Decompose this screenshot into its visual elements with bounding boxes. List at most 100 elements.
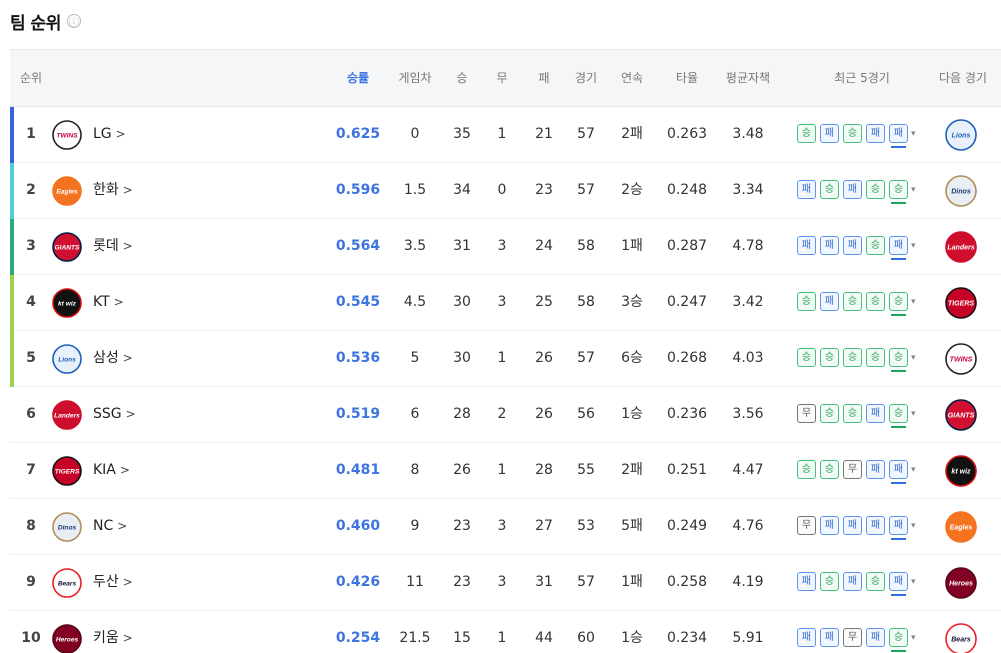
result-badge: 무	[797, 516, 816, 535]
col-games[interactable]: 경기	[572, 50, 600, 106]
chevron-down-icon[interactable]: ▾	[911, 185, 916, 195]
chevron-down-icon[interactable]: ▾	[911, 297, 916, 307]
svg-text:TIGERS: TIGERS	[55, 469, 80, 476]
recent-results: 승 패 승 패 패 ▾	[797, 124, 916, 148]
team-name: SSG	[93, 406, 122, 422]
win-rate: 0.545	[335, 294, 381, 310]
info-icon[interactable]: ⓘ	[66, 14, 81, 29]
chevron-down-icon[interactable]: ▾	[911, 241, 916, 251]
col-gb[interactable]: 게임차	[392, 50, 438, 106]
rank-color-bar	[10, 443, 14, 499]
team-name-link[interactable]: SSG >	[93, 387, 136, 442]
team-logo-icon[interactable]: kt wiz	[52, 288, 82, 318]
rank-color-bar	[10, 331, 14, 387]
team-logo-icon[interactable]: Landers	[52, 400, 82, 430]
team-logo-icon[interactable]: Lions	[52, 344, 82, 374]
team-name-link[interactable]: 두산 >	[93, 555, 133, 610]
games-behind: 11	[406, 574, 424, 590]
losses: 27	[535, 518, 553, 534]
batting-average: 0.258	[666, 574, 708, 590]
team-logo-icon[interactable]: Dinos	[52, 512, 82, 542]
team-name-link[interactable]: KIA >	[93, 443, 130, 498]
team-name: 삼성	[93, 350, 119, 366]
svg-text:Landers: Landers	[947, 245, 974, 252]
chevron-down-icon[interactable]: ▾	[911, 353, 916, 363]
team-logo-icon[interactable]: TIGERS	[52, 456, 82, 486]
batting-average: 0.287	[666, 238, 708, 254]
team-name-link[interactable]: NC >	[93, 499, 127, 554]
wins: 35	[453, 126, 471, 142]
team-logo-icon[interactable]: TWINS	[52, 120, 82, 150]
chevron-down-icon[interactable]: ▾	[911, 577, 916, 587]
result-badge: 승	[797, 348, 816, 367]
recent-results: 패 패 무 패 승 ▾	[797, 628, 916, 652]
result-badge: 무	[843, 460, 862, 479]
chevron-down-icon[interactable]: ▾	[911, 633, 916, 643]
col-rate[interactable]: 승률	[330, 50, 386, 106]
wins: 15	[453, 630, 471, 646]
col-avg[interactable]: 타율	[662, 50, 712, 106]
win-rate: 0.460	[335, 518, 381, 534]
result-badge: 승	[866, 292, 885, 311]
rank-value: 7	[26, 462, 36, 478]
result-badge: 패	[866, 516, 885, 535]
team-name: NC	[93, 518, 114, 534]
team-name-link[interactable]: 키움 >	[93, 611, 133, 653]
rank-value: 8	[26, 518, 36, 534]
result-badge: 무	[797, 404, 816, 423]
era: 3.42	[732, 294, 764, 310]
chevron-down-icon[interactable]: ▾	[911, 129, 916, 139]
col-rank[interactable]: 순위	[20, 50, 42, 106]
team-name-link[interactable]: LG >	[93, 107, 126, 162]
col-era[interactable]: 평균자책	[722, 50, 774, 106]
games-played: 55	[577, 462, 595, 478]
next-opponent-logo-icon[interactable]: TWINS	[945, 343, 977, 375]
next-opponent-logo-icon[interactable]: kt wiz	[945, 455, 977, 487]
col-losses[interactable]: 패	[530, 50, 558, 106]
team-name-link[interactable]: KT >	[93, 275, 124, 330]
rank-color-bar	[10, 163, 14, 219]
wins: 23	[453, 518, 471, 534]
table-row-bears: 9 Bears 두산 > 0.426 11 23 3 31 57 1패 0.258…	[10, 555, 1001, 611]
team-logo-icon[interactable]: GIANTS	[52, 232, 82, 262]
chevron-right-icon: >	[117, 519, 128, 533]
next-opponent-logo-icon[interactable]: Eagles	[945, 511, 977, 543]
streak: 1승	[621, 630, 643, 646]
chevron-down-icon[interactable]: ▾	[911, 521, 916, 531]
next-opponent-logo-icon[interactable]: GIANTS	[945, 399, 977, 431]
next-opponent-logo-icon[interactable]: Dinos	[945, 175, 977, 207]
svg-text:TWINS: TWINS	[950, 357, 973, 364]
chevron-down-icon[interactable]: ▾	[911, 409, 916, 419]
next-opponent-logo-icon[interactable]: TIGERS	[945, 287, 977, 319]
chevron-down-icon[interactable]: ▾	[911, 465, 916, 475]
table-row-twins: 1 TWINS LG > 0.625 0 35 1 21 57 2패 0.263 …	[10, 107, 1001, 163]
streak: 3승	[621, 294, 643, 310]
team-logo-icon[interactable]: Eagles	[52, 176, 82, 206]
next-opponent-logo-icon[interactable]: Bears	[945, 623, 977, 653]
next-opponent-logo-icon[interactable]: Heroes	[945, 567, 977, 599]
svg-text:Lions: Lions	[952, 133, 971, 140]
col-streak[interactable]: 연속	[616, 50, 648, 106]
svg-text:GIANTS: GIANTS	[55, 245, 81, 252]
rank-value: 6	[26, 406, 36, 422]
team-name-link[interactable]: 삼성 >	[93, 331, 133, 386]
recent-results: 승 승 승 승 승 ▾	[797, 348, 916, 372]
next-opponent-logo-icon[interactable]: Landers	[945, 231, 977, 263]
team-name-link[interactable]: 롯데 >	[93, 219, 133, 274]
col-draws[interactable]: 무	[492, 50, 512, 106]
page-header: 팀 순위 ⓘ	[10, 0, 81, 42]
recent-results: 무 패 패 패 패 ▾	[797, 516, 916, 540]
col-wins[interactable]: 승	[448, 50, 476, 106]
team-name-link[interactable]: 한화 >	[93, 163, 133, 218]
draws: 1	[497, 350, 507, 366]
team-logo-icon[interactable]: Bears	[52, 568, 82, 598]
games-behind: 8	[410, 462, 420, 478]
wins: 31	[453, 238, 471, 254]
wins: 28	[453, 406, 471, 422]
recent-results: 패 승 패 승 패 ▾	[797, 572, 916, 596]
losses: 23	[535, 182, 553, 198]
result-badge: 패	[797, 236, 816, 255]
next-opponent-logo-icon[interactable]: Lions	[945, 119, 977, 151]
team-logo-icon[interactable]: Heroes	[52, 624, 82, 653]
rank-color-bar	[10, 107, 14, 163]
